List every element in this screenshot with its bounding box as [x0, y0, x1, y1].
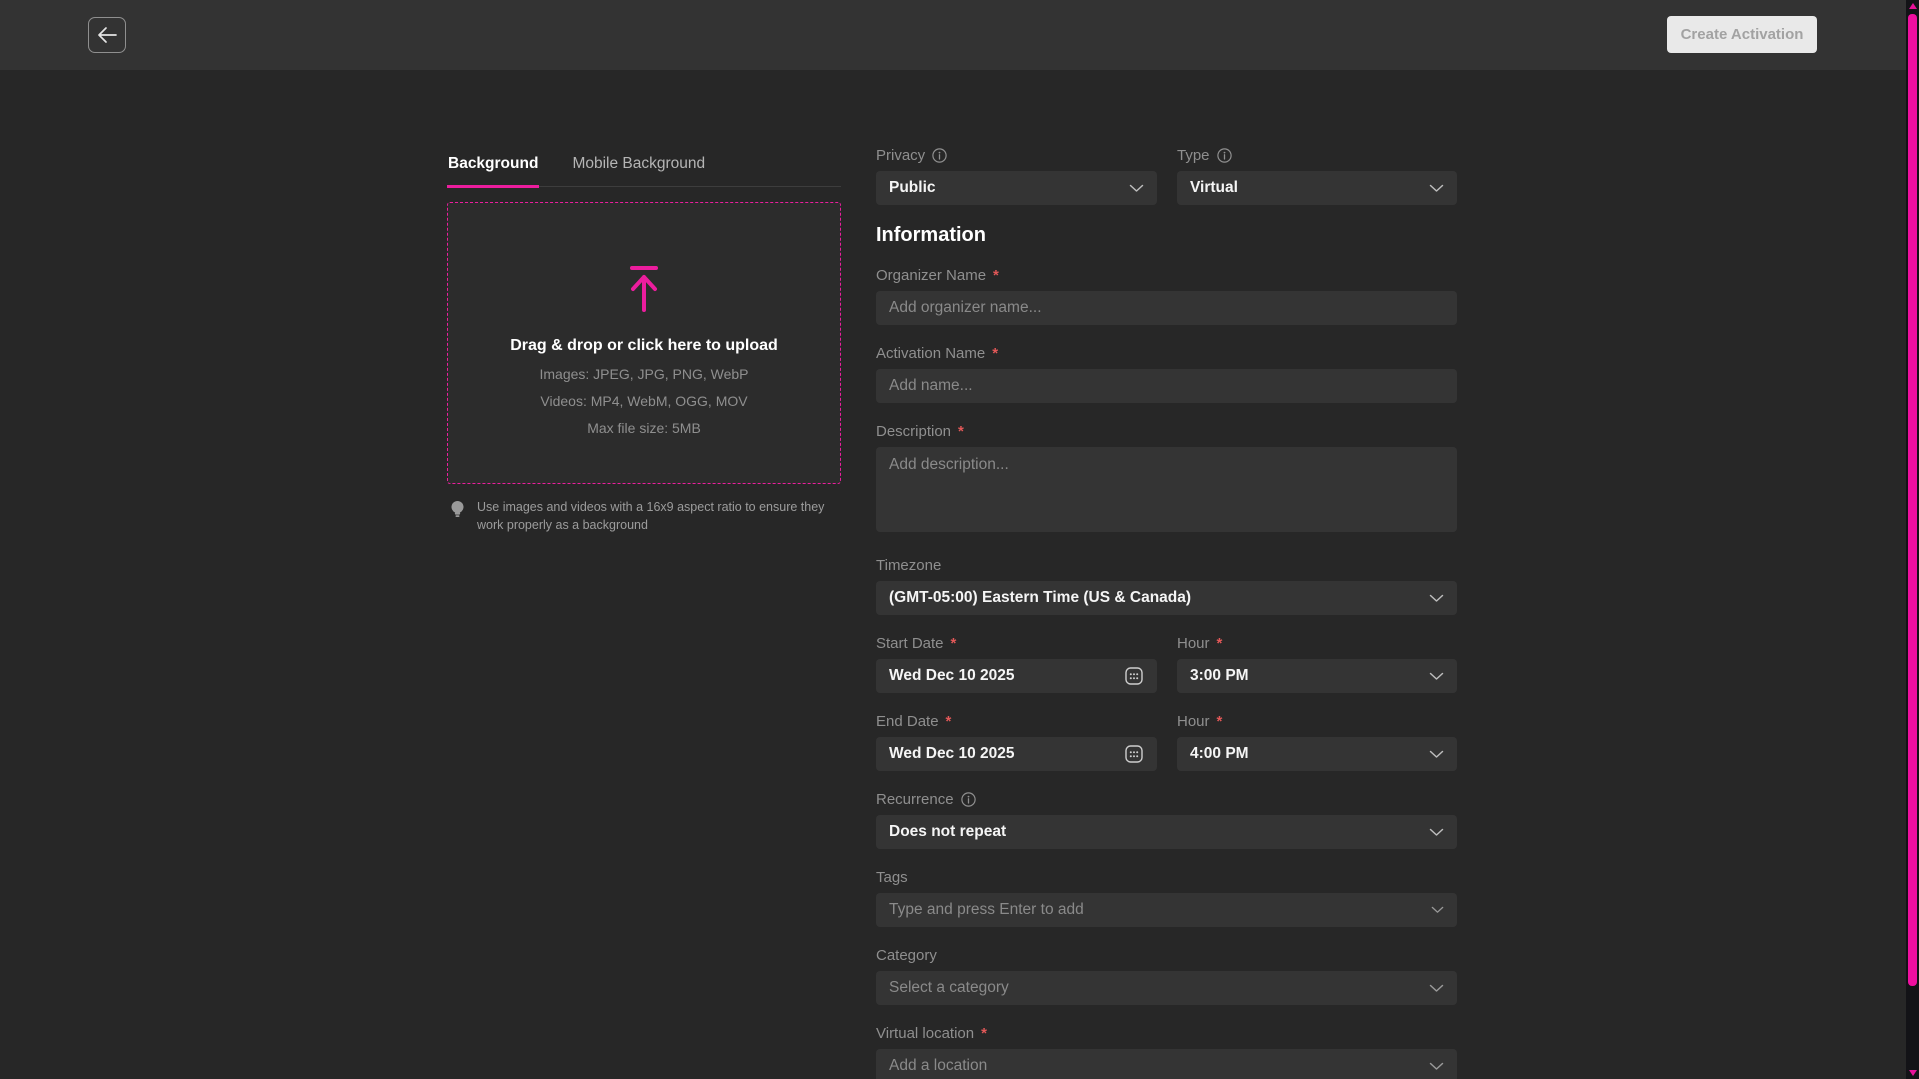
tip-text: Use images and videos with a 16x9 aspect…: [477, 498, 829, 534]
category-field: Category Select a category: [876, 947, 1457, 1005]
activation-form: Privacy Public Type: [876, 147, 1457, 1079]
organizer-name-field: Organizer Name *: [876, 267, 1457, 325]
chevron-down-icon: [1429, 828, 1444, 837]
required-asterisk: *: [1217, 713, 1223, 730]
chevron-down-icon: [1429, 984, 1444, 993]
activation-name-input[interactable]: [876, 369, 1457, 403]
background-panel: Background Mobile Background Drag & drop…: [447, 153, 841, 534]
end-date-field: End Date * Wed Dec 10 2025: [876, 713, 1157, 771]
required-asterisk: *: [992, 345, 998, 362]
arrow-left-icon: [96, 25, 118, 45]
start-date-picker[interactable]: Wed Dec 10 2025: [876, 659, 1157, 693]
activation-name-field: Activation Name *: [876, 345, 1457, 403]
recurrence-value: Does not repeat: [889, 823, 1429, 841]
privacy-select[interactable]: Public: [876, 171, 1157, 205]
start-date-value: Wed Dec 10 2025: [889, 667, 1124, 685]
tags-input[interactable]: Type and press Enter to add: [876, 893, 1457, 927]
back-button[interactable]: [88, 17, 126, 53]
timezone-field: Timezone (GMT-05:00) Eastern Time (US & …: [876, 557, 1457, 615]
start-date-label: Start Date: [876, 635, 944, 652]
recurrence-label: Recurrence: [876, 791, 954, 808]
upload-title: Drag & drop or click here to upload: [510, 337, 778, 355]
timezone-select[interactable]: (GMT-05:00) Eastern Time (US & Canada): [876, 581, 1457, 615]
virtual-location-placeholder: Add a location: [889, 1057, 1429, 1075]
start-hour-label: Hour: [1177, 635, 1210, 652]
required-asterisk: *: [958, 423, 964, 440]
recurrence-select[interactable]: Does not repeat: [876, 815, 1457, 849]
background-tabs: Background Mobile Background: [447, 153, 841, 187]
required-asterisk: *: [951, 635, 957, 652]
description-label: Description: [876, 423, 951, 440]
description-textarea[interactable]: [876, 447, 1457, 532]
calendar-icon: [1124, 666, 1144, 686]
required-asterisk: *: [981, 1025, 987, 1042]
end-date-label: End Date: [876, 713, 939, 730]
info-icon: [1217, 148, 1232, 163]
category-placeholder: Select a category: [889, 979, 1429, 997]
type-select[interactable]: Virtual: [1177, 171, 1457, 205]
chevron-down-icon: [1429, 594, 1444, 603]
start-date-field: Start Date * Wed Dec 10 2025: [876, 635, 1157, 693]
privacy-label: Privacy: [876, 147, 925, 164]
chevron-down-icon: [1431, 906, 1444, 914]
organizer-name-label: Organizer Name: [876, 267, 986, 284]
aspect-ratio-tip: Use images and videos with a 16x9 aspect…: [447, 498, 841, 534]
organizer-name-input[interactable]: [876, 291, 1457, 325]
start-hour-value: 3:00 PM: [1190, 667, 1429, 685]
end-hour-label: Hour: [1177, 713, 1210, 730]
recurrence-field: Recurrence Does not repeat: [876, 791, 1457, 849]
tags-field: Tags Type and press Enter to add: [876, 869, 1457, 927]
type-label: Type: [1177, 147, 1210, 164]
required-asterisk: *: [1217, 635, 1223, 652]
required-asterisk: *: [993, 267, 999, 284]
end-hour-field: Hour * 4:00 PM: [1177, 713, 1457, 771]
tags-label: Tags: [876, 869, 908, 886]
start-hour-select[interactable]: 3:00 PM: [1177, 659, 1457, 693]
virtual-location-label: Virtual location: [876, 1025, 974, 1042]
upload-max-size: Max file size: 5MB: [587, 420, 701, 436]
tab-mobile-background[interactable]: Mobile Background: [571, 153, 706, 186]
scrollbar[interactable]: [1906, 0, 1919, 1079]
create-activation-page: Create Activation Background Mobile Back…: [0, 0, 1919, 1079]
calendar-icon: [1124, 744, 1144, 764]
chevron-down-icon: [1429, 750, 1444, 759]
end-hour-value: 4:00 PM: [1190, 745, 1429, 763]
virtual-location-select[interactable]: Add a location: [876, 1049, 1457, 1079]
activation-name-label: Activation Name: [876, 345, 985, 362]
type-value: Virtual: [1190, 179, 1429, 197]
chevron-down-icon: [1429, 1062, 1444, 1071]
virtual-location-field: Virtual location * Add a location: [876, 1025, 1457, 1079]
top-bar: Create Activation: [0, 0, 1906, 70]
end-date-picker[interactable]: Wed Dec 10 2025: [876, 737, 1157, 771]
category-select[interactable]: Select a category: [876, 971, 1457, 1005]
type-field: Type Virtual: [1177, 147, 1457, 205]
chevron-down-icon: [1429, 184, 1444, 193]
required-asterisk: *: [946, 713, 952, 730]
tab-background[interactable]: Background: [447, 153, 539, 188]
lightbulb-icon: [450, 500, 465, 520]
chevron-down-icon: [1129, 184, 1144, 193]
timezone-label: Timezone: [876, 557, 941, 574]
timezone-value: (GMT-05:00) Eastern Time (US & Canada): [889, 589, 1429, 607]
privacy-field: Privacy Public: [876, 147, 1157, 205]
tags-placeholder: Type and press Enter to add: [889, 901, 1431, 919]
upload-videos-formats: Videos: MP4, WebM, OGG, MOV: [540, 393, 747, 409]
create-activation-button[interactable]: Create Activation: [1667, 16, 1817, 53]
upload-arrow-icon: [622, 265, 666, 313]
upload-dropzone[interactable]: Drag & drop or click here to upload Imag…: [447, 202, 841, 484]
start-hour-field: Hour * 3:00 PM: [1177, 635, 1457, 693]
chevron-down-icon: [1429, 672, 1444, 681]
scrollbar-thumb[interactable]: [1908, 14, 1917, 986]
info-icon: [961, 792, 976, 807]
scroll-up-arrow-icon[interactable]: [1909, 3, 1917, 9]
privacy-value: Public: [889, 179, 1129, 197]
description-field: Description *: [876, 423, 1457, 537]
end-date-value: Wed Dec 10 2025: [889, 745, 1124, 763]
info-icon: [932, 148, 947, 163]
scroll-down-arrow-icon[interactable]: [1909, 1070, 1917, 1076]
information-heading: Information: [876, 224, 1457, 247]
end-hour-select[interactable]: 4:00 PM: [1177, 737, 1457, 771]
category-label: Category: [876, 947, 937, 964]
upload-images-formats: Images: JPEG, JPG, PNG, WebP: [539, 366, 748, 382]
